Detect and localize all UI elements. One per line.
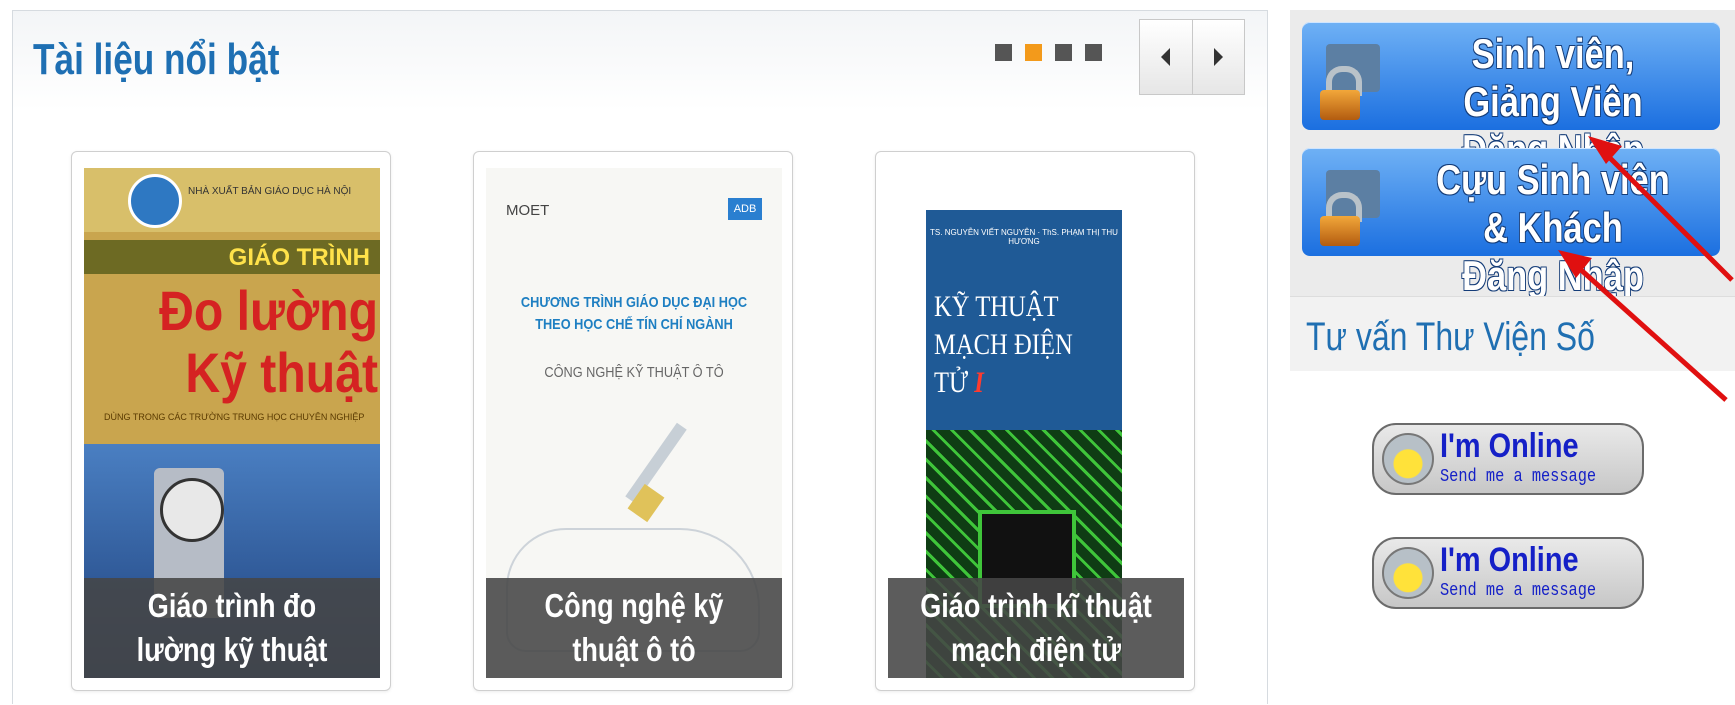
arrow-left-icon (1161, 48, 1171, 66)
book-card[interactable]: TS. NGUYỄN VIẾT NGUYÊN · ThS. PHẠM THỊ T… (875, 151, 1195, 691)
lock-icon (1316, 170, 1380, 246)
book-card[interactable]: MOET ADB CHƯƠNG TRÌNH GIÁO DỤC ĐẠI HỌC T… (473, 151, 793, 691)
chat-smiley-icon (1382, 433, 1434, 485)
lock-icon-body (1320, 216, 1360, 246)
cover-line-2: THEO HỌC CHẾ TÍN CHỈ NGÀNH (535, 316, 733, 333)
cover-title: Đo lường Kỹ thuật (159, 279, 378, 404)
prev-button[interactable] (1140, 20, 1192, 94)
send-message-text: Send me a message (1440, 467, 1597, 487)
cover-left-mark: MOET (506, 202, 550, 219)
consult-title: Tư vấn Thư Viện Số (1306, 315, 1595, 359)
publisher-logo (128, 174, 182, 228)
book-caption-text: Công nghệ kỹ thuật ô tô (544, 587, 724, 668)
panel-title: Tài liệu nổi bật (33, 35, 280, 84)
login-student-staff-button[interactable]: Sinh viên, Giảng Viên Đăng Nhập (1302, 22, 1720, 173)
online-chat-badge[interactable]: I'm Online Send me a message (1372, 423, 1644, 495)
book-card[interactable]: NHÀ XUẤT BẢN GIÁO DỤC HÀ NỘI GIÁO TRÌNH … (71, 151, 391, 691)
arrow-right-icon (1213, 48, 1223, 66)
cover-title-line-2: MẠCH ĐIỆN TỬ (934, 328, 1073, 399)
cover-title-line-1: KỸ THUẬT (934, 290, 1059, 323)
lock-icon (1316, 44, 1380, 120)
pager-dot-3[interactable] (1055, 44, 1072, 61)
pager-dots (995, 44, 1102, 61)
book-caption-text: Giáo trình đo lường kỹ thuật (136, 587, 328, 668)
consult-header: Tư vấn Thư Viện Số (1290, 297, 1735, 371)
book-caption[interactable]: Giáo trình đo lường kỹ thuật (84, 578, 380, 678)
login-alumni-guest-button[interactable]: Cựu Sinh viên & Khách Đăng Nhập (1302, 148, 1720, 299)
online-chat-badge[interactable]: I'm Online Send me a message (1372, 537, 1644, 609)
cover-authors: TS. NGUYỄN VIẾT NGUYÊN · ThS. PHẠM THỊ T… (930, 228, 1118, 246)
send-message-text: Send me a message (1440, 581, 1597, 601)
book-caption-text: Giáo trình kĩ thuật mạch điện tử (920, 587, 1152, 668)
cover-line-1: CHƯƠNG TRÌNH GIÁO DỤC ĐẠI HỌC (520, 294, 748, 311)
lock-icon-body (1320, 90, 1360, 120)
dial-gauge-illustration (160, 478, 224, 542)
panel-header: Tài liệu nổi bật (13, 11, 1267, 111)
cover-label: GIÁO TRÌNH (228, 244, 370, 271)
book-caption[interactable]: Công nghệ kỹ thuật ô tô (486, 578, 782, 678)
slider-nav (1139, 19, 1245, 95)
online-status-text: I'm Online (1440, 427, 1579, 465)
online-status-text: I'm Online (1440, 541, 1579, 579)
chat-smiley-icon (1382, 547, 1434, 599)
login-button-label: Cựu Sinh viên & Khách Đăng Nhập (1436, 156, 1670, 299)
cover-title: KỸ THUẬT MẠCH ĐIỆN TỬ I (934, 288, 1088, 402)
cover-line-3: CÔNG NGHỆ KỸ THUẬT Ô TÔ (544, 364, 724, 381)
book-caption[interactable]: Giáo trình kĩ thuật mạch điện tử (888, 578, 1184, 678)
consult-panel: Tư vấn Thư Viện Số I'm Online Send me a … (1290, 296, 1735, 705)
featured-documents-panel: Tài liệu nổi bật NHÀ XUẤT BẢN GIÁO DỤC H… (12, 10, 1268, 704)
pager-dot-4[interactable] (1085, 44, 1102, 61)
cover-subtitle: DÙNG TRONG CÁC TRƯỜNG TRUNG HỌC CHUYÊN N… (104, 412, 365, 422)
pager-dot-2[interactable] (1025, 44, 1042, 61)
cover-right-mark: ADB (728, 198, 762, 220)
cover-publisher: NHÀ XUẤT BẢN GIÁO DỤC HÀ NỘI (188, 186, 352, 197)
cover-volume: I (974, 366, 984, 399)
next-button[interactable] (1191, 20, 1244, 94)
sidebar: Sinh viên, Giảng Viên Đăng Nhập Cựu Sinh… (1290, 10, 1735, 705)
pager-dot-1[interactable] (995, 44, 1012, 61)
